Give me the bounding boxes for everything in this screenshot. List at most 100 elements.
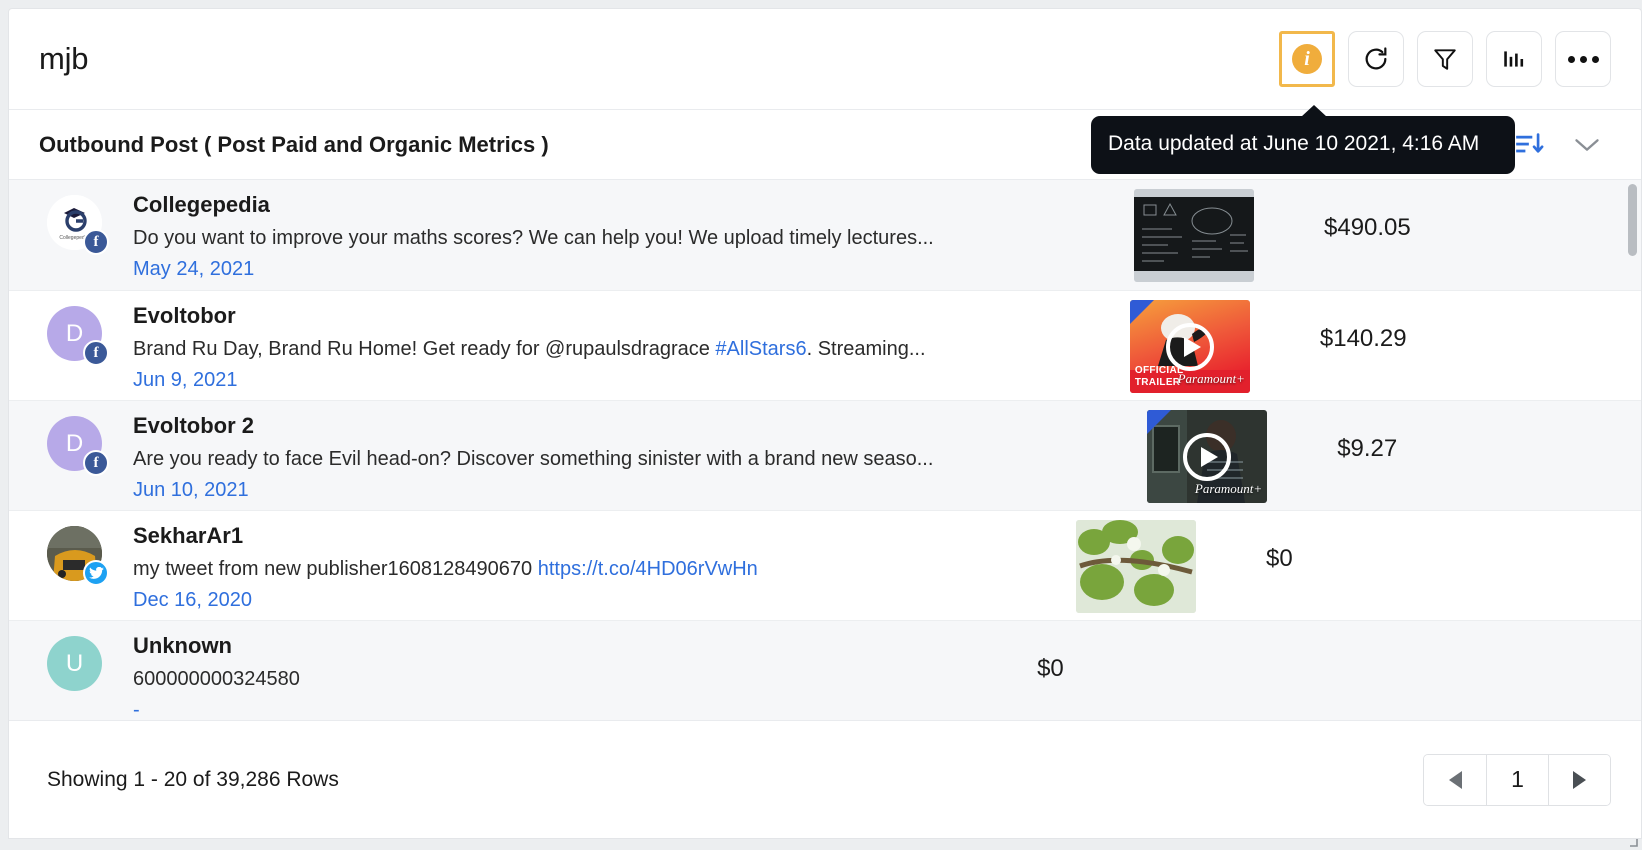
twitter-badge-icon — [83, 560, 109, 586]
post-message: Do you want to improve your maths scores… — [133, 227, 1134, 250]
more-button[interactable] — [1555, 31, 1611, 87]
filter-icon — [1434, 49, 1456, 70]
paramount-plus-logo: Paramount+ — [1177, 371, 1245, 386]
thumbnail-cell: Paramount+ — [1147, 401, 1327, 503]
post-text: SekharAr1 my tweet from new publisher160… — [119, 511, 1076, 612]
post-value: $0 — [1037, 655, 1064, 682]
avatar-cell: D f — [47, 401, 119, 476]
post-text: Unknown 600000000324580 - — [119, 621, 847, 720]
avatar: U — [47, 636, 102, 691]
header-actions: i — [1279, 31, 1611, 87]
table-row[interactable]: SekharAr1 my tweet from new publisher160… — [9, 510, 1641, 620]
post-message-text: my tweet from new publisher1608128490670 — [133, 558, 538, 580]
post-value: $9.27 — [1337, 435, 1398, 462]
paramount-plus-logo: Paramount+ — [1194, 481, 1263, 496]
card-header: mjb i — [9, 9, 1641, 110]
next-page-button[interactable] — [1548, 754, 1610, 805]
chart-button[interactable] — [1486, 31, 1542, 87]
post-message: 600000000324580 — [133, 668, 847, 691]
prev-page-button[interactable] — [1424, 754, 1486, 805]
refresh-button[interactable] — [1348, 31, 1404, 87]
facebook-badge-icon: f — [83, 450, 109, 476]
table-row[interactable]: D f Evoltobor 2 Are you ready to face Ev… — [9, 400, 1641, 510]
post-author: Collegepedia — [133, 192, 270, 217]
avatar-cell: Collegepedia f — [47, 180, 119, 255]
facebook-badge-icon: f — [83, 340, 109, 366]
report-card: mjb i Outbound Post (Post Paid and Orga… — [8, 8, 1642, 839]
avatar-initial: U — [65, 649, 84, 677]
post-date[interactable]: Jun 9, 2021 — [133, 369, 1130, 392]
post-date[interactable]: May 24, 2021 — [133, 258, 1134, 281]
page-title: mjb — [39, 41, 89, 76]
ellipsis-icon — [1567, 55, 1599, 63]
info-icon: i — [1292, 44, 1322, 74]
table-row[interactable]: D f Evoltobor Brand Ru Day, Brand Ru Hom… — [9, 290, 1641, 400]
play-button-icon[interactable] — [1183, 432, 1232, 481]
post-author: Unknown — [133, 633, 232, 658]
info-button[interactable]: i — [1279, 31, 1335, 87]
chevron-down-icon[interactable] — [1573, 135, 1601, 155]
avatar-cell: U — [47, 621, 119, 691]
chevron-right-icon — [1573, 770, 1586, 789]
thumbnail-cell: OFFICIAL TRAILER Paramount+ — [1129, 291, 1310, 393]
refresh-icon — [1365, 47, 1387, 70]
chevron-left-icon — [1448, 770, 1462, 789]
vertical-scrollbar[interactable] — [1628, 184, 1637, 256]
post-hashtag-link[interactable]: #AllStars6 — [715, 338, 806, 360]
post-message-text: Are you ready to face Evil head-on? Disc… — [133, 448, 934, 470]
table-footer: Showing 1 - 20 of 39,286 Rows 1 — [9, 720, 1641, 838]
row-count-label: Showing 1 - 20 of 39,286 Rows — [47, 767, 339, 791]
post-message: my tweet from new publisher1608128490670… — [133, 558, 1076, 581]
post-list[interactable]: Collegepedia f Collegepedia Do you want … — [9, 180, 1641, 720]
thumbnail-cell — [1076, 511, 1256, 613]
avatar-cell: D f — [47, 291, 119, 366]
blackboard-math-image — [1134, 189, 1254, 282]
play-button-icon[interactable] — [1165, 322, 1214, 371]
section-actions — [1515, 132, 1611, 158]
post-value: $490.05 — [1324, 214, 1411, 241]
app-window: mjb i Outbound Post (Post Paid and Orga… — [0, 0, 1642, 850]
sort-descending-icon[interactable] — [1515, 132, 1545, 158]
post-value: $0 — [1266, 545, 1293, 572]
info-tooltip: Data updated at June 10 2021, 4:16 AM — [1091, 104, 1515, 175]
post-message-tail: . Streaming... — [806, 338, 926, 360]
thumbnail-cell — [847, 621, 1027, 630]
page-number-input[interactable]: 1 — [1486, 754, 1548, 805]
post-value: $140.29 — [1319, 325, 1407, 352]
post-message-text: 600000000324580 — [133, 668, 300, 690]
post-text: Evoltobor Brand Ru Day, Brand Ru Home! G… — [119, 291, 1130, 392]
post-thumbnail[interactable] — [1076, 520, 1197, 613]
post-message-text: Brand Ru Day, Brand Ru Home! Get ready f… — [133, 338, 716, 360]
post-thumbnail[interactable]: Paramount+ — [1147, 410, 1268, 503]
corner-flag-icon — [1129, 300, 1154, 324]
window-top-strip — [0, 0, 1642, 8]
table-row[interactable]: Collegepedia f Collegepedia Do you want … — [9, 180, 1641, 290]
avatar-initial: D — [65, 429, 84, 457]
twitter-bird-icon — [88, 566, 104, 579]
post-author: Evoltobor — [133, 303, 236, 328]
post-message: Are you ready to face Evil head-on? Disc… — [133, 448, 1147, 471]
bar-chart-icon — [1504, 51, 1524, 67]
post-url-link[interactable]: https://t.co/4HD06rVwHn — [538, 558, 758, 580]
table-row[interactable]: U Unknown 600000000324580 - $0 — [9, 620, 1641, 720]
thumbnail-caption: OFFICIAL TRAILER — [1134, 365, 1184, 388]
tree-branch-image — [1076, 520, 1197, 613]
post-date[interactable]: Jun 10, 2021 — [133, 479, 1147, 502]
post-text: Collegepedia Do you want to improve your… — [119, 180, 1134, 281]
post-author: Evoltobor 2 — [133, 413, 255, 438]
post-text: Evoltobor 2 Are you ready to face Evil h… — [119, 401, 1147, 502]
post-thumbnail[interactable]: OFFICIAL TRAILER Paramount+ — [1129, 300, 1250, 393]
post-date[interactable]: Dec 16, 2020 — [133, 589, 1076, 612]
post-message-text: Do you want to improve your maths scores… — [133, 227, 934, 249]
facebook-badge-icon: f — [83, 229, 109, 255]
filter-button[interactable] — [1417, 31, 1473, 87]
section-title: Outbound Post ( Post Paid and Organic Me… — [39, 131, 549, 157]
post-author: SekharAr1 — [133, 523, 244, 548]
pagination: 1 — [1423, 753, 1611, 806]
post-date[interactable]: - — [133, 699, 847, 720]
post-message: Brand Ru Day, Brand Ru Home! Get ready f… — [133, 338, 1130, 361]
resize-grip-icon[interactable] — [1624, 833, 1638, 847]
avatar-initial: D — [65, 319, 84, 347]
thumbnail-cell — [1134, 180, 1314, 282]
post-thumbnail[interactable] — [1134, 189, 1254, 282]
